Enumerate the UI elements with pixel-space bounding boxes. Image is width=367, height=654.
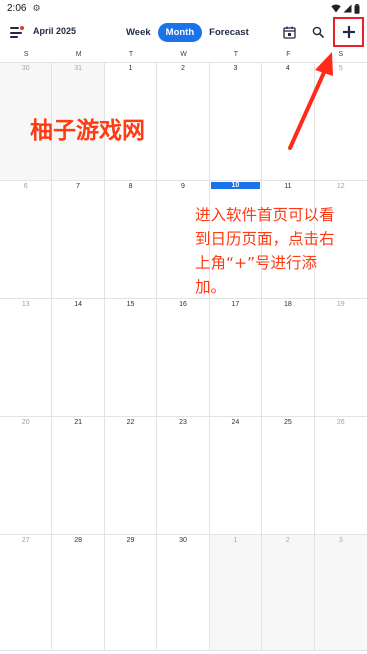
day-cell[interactable]: 27 (0, 535, 53, 651)
day-cell[interactable]: 17 (209, 299, 263, 417)
tab-week[interactable]: Week (121, 23, 156, 42)
day-cell[interactable]: 16 (157, 299, 210, 417)
day-number: 7 (76, 183, 81, 190)
day-cell[interactable]: 28 (52, 535, 105, 651)
day-cell[interactable]: 29 (104, 535, 158, 651)
add-icon (342, 26, 355, 38)
tab-month[interactable]: Month (157, 23, 203, 42)
view-tabs: Week Month Forecast (121, 23, 254, 42)
day-cell[interactable]: 2 (262, 535, 315, 651)
day-cell[interactable]: 23 (157, 417, 210, 535)
day-cell[interactable]: 1 (209, 535, 263, 651)
menu-icon[interactable] (10, 26, 24, 39)
signal-icon (343, 4, 352, 13)
day-number: 17 (231, 301, 240, 308)
status-icons (331, 3, 360, 14)
day-number: 6 (23, 183, 28, 190)
day-cell[interactable]: 8 (104, 181, 158, 299)
day-cell[interactable]: 6 (0, 181, 53, 299)
day-number: 10 (210, 182, 261, 189)
add-event-button[interactable] (333, 17, 364, 47)
settings-gear-icon: ⚙ (32, 3, 41, 14)
day-number: 4 (285, 65, 290, 72)
day-number: 24 (231, 419, 240, 426)
day-number: 31 (74, 65, 83, 72)
day-number: 16 (179, 301, 187, 308)
day-cell[interactable]: 4 (262, 63, 315, 181)
day-number: 12 (336, 183, 345, 190)
status-time: 2:06 (7, 3, 27, 14)
day-number: 11 (284, 183, 292, 190)
day-cell[interactable]: 18 (262, 299, 315, 417)
day-cell[interactable]: 14 (52, 299, 105, 417)
day-number: 1 (233, 537, 238, 544)
day-number: 22 (126, 419, 135, 426)
day-cell[interactable]: 3 (209, 63, 263, 181)
day-number: 29 (126, 537, 135, 544)
notification-dot (20, 26, 24, 30)
day-number: 28 (74, 537, 83, 544)
search-icon[interactable] (309, 23, 327, 41)
day-cell[interactable]: 5 (314, 63, 367, 181)
battery-icon (354, 3, 360, 14)
day-number: 3 (338, 537, 343, 544)
day-number: 27 (21, 537, 30, 544)
day-number: 3 (233, 65, 238, 72)
day-number: 13 (21, 301, 30, 308)
day-number: 2 (285, 537, 290, 544)
day-cell[interactable]: 15 (104, 299, 158, 417)
day-number: 14 (74, 301, 83, 308)
day-number: 18 (283, 301, 292, 308)
day-cell[interactable]: 30 (157, 535, 210, 651)
day-number: 21 (74, 419, 83, 426)
day-number: 1 (128, 65, 133, 72)
status-bar: 2:06 ⚙ (0, 0, 367, 17)
wifi-icon (331, 4, 341, 13)
tab-forecast[interactable]: Forecast (204, 23, 254, 42)
day-number: 5 (338, 65, 343, 72)
day-number: 30 (179, 537, 187, 544)
day-cell[interactable]: 2 (157, 63, 210, 181)
watermark-text: 柚子游戏网 (30, 118, 145, 144)
day-number: 25 (283, 419, 292, 426)
day-number: 30 (21, 65, 30, 72)
day-cell[interactable]: 26 (314, 417, 367, 535)
day-number: 9 (181, 183, 185, 190)
day-number: 8 (128, 183, 133, 190)
day-cell[interactable]: 24 (209, 417, 263, 535)
day-cell[interactable]: 3 (314, 535, 367, 651)
day-number: 26 (336, 419, 345, 426)
day-number: 19 (336, 301, 345, 308)
calendar-today-icon[interactable] (280, 23, 298, 41)
day-cell[interactable]: 20 (0, 417, 53, 535)
month-title[interactable]: April 2025 (33, 26, 76, 36)
month-grid: 30 31 1 2 3 4 5 6 7 8 9 10 11 12 13 14 15 16 17 18 19 20 21 22 2… (0, 62, 367, 651)
day-cell[interactable]: 25 (262, 417, 315, 535)
app-bar: April 2025 Week Month Forecast (0, 17, 367, 47)
day-number: 23 (179, 419, 187, 426)
day-number: 2 (181, 65, 185, 72)
day-cell[interactable]: 7 (52, 181, 105, 299)
day-cell[interactable]: 22 (104, 417, 158, 535)
day-cell[interactable]: 19 (314, 299, 367, 417)
day-number: 15 (126, 301, 135, 308)
day-number: 20 (21, 419, 30, 426)
day-cell[interactable]: 21 (52, 417, 105, 535)
day-cell[interactable]: 13 (0, 299, 53, 417)
instruction-annotation: 进入软件首页可以看到日历页面，点击右上角“+”号进行添加。 (195, 206, 335, 296)
